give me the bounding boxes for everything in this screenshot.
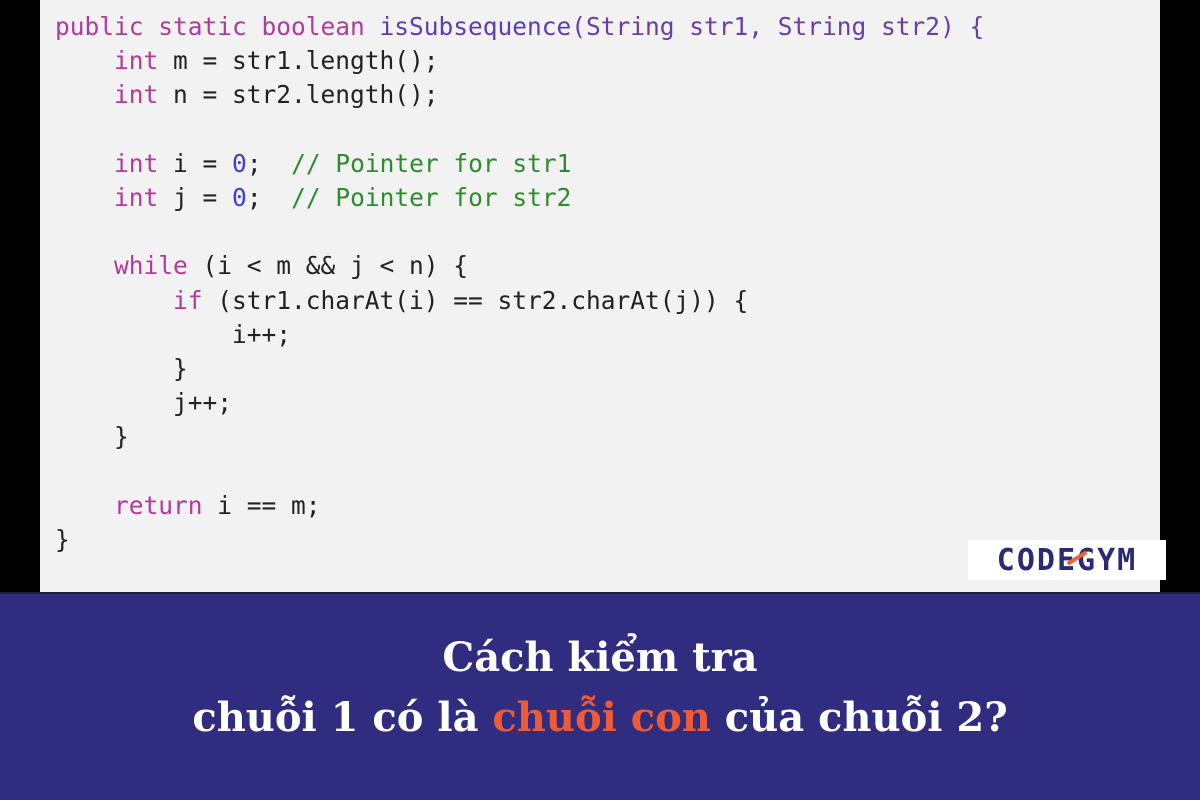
code-line: int m = str1.length(); bbox=[55, 44, 984, 78]
code-token-keyword: int bbox=[114, 46, 159, 76]
code-token-comment: // Pointer for str2 bbox=[291, 182, 572, 212]
code-panel: public static boolean isSubsequence(Stri… bbox=[40, 0, 1166, 592]
title-text: của chuỗi 2? bbox=[710, 694, 1008, 741]
code-token-keyword: return bbox=[114, 490, 203, 520]
code-token-plain: i = bbox=[158, 148, 233, 178]
code-line: while (i < m && j < n) { bbox=[55, 249, 984, 283]
logo-text: CODEGYM bbox=[996, 542, 1138, 578]
code-line: } bbox=[55, 523, 984, 557]
code-token-keyword: public static boolean bbox=[55, 12, 380, 41]
code-line: int n = str2.length(); bbox=[55, 78, 984, 112]
code-token-type: (String str1, String str2) { bbox=[571, 12, 985, 41]
code-token-plain: ; bbox=[246, 148, 292, 178]
title-text: chuỗi 1 có là bbox=[192, 694, 493, 741]
title-line-2: chuỗi 1 có là chuỗi con của chuỗi 2? bbox=[0, 688, 1200, 748]
code-token-number: 0 bbox=[232, 182, 247, 212]
code-line: public static boolean isSubsequence(Stri… bbox=[55, 10, 984, 44]
code-line: if (str1.charAt(i) == str2.charAt(j)) { bbox=[55, 284, 984, 318]
code-block: public static boolean isSubsequence(Stri… bbox=[55, 10, 984, 557]
code-token-func: isSubsequence bbox=[379, 12, 572, 41]
code-token-keyword: while bbox=[114, 251, 188, 281]
title-banner: Cách kiểm tra chuỗi 1 có là chuỗi con củ… bbox=[0, 594, 1200, 800]
code-token-plain: (i < m && j < n) { bbox=[187, 251, 469, 281]
code-token-plain: n = str2.length(); bbox=[158, 80, 439, 110]
code-line: j++; bbox=[55, 386, 984, 420]
code-token-keyword: int bbox=[114, 148, 159, 178]
code-line: return i == m; bbox=[55, 489, 984, 523]
code-token-number: 0 bbox=[232, 148, 247, 178]
code-token-plain: ; bbox=[246, 182, 292, 212]
code-token-comment: // Pointer for str1 bbox=[291, 148, 572, 178]
title-highlight: chuỗi con bbox=[492, 694, 711, 741]
code-token-plain: j++; bbox=[55, 388, 233, 418]
code-token-plain: i++; bbox=[55, 319, 292, 349]
code-line: int j = 0; // Pointer for str2 bbox=[55, 181, 984, 215]
code-token-plain: j = bbox=[158, 182, 233, 212]
code-token-keyword: int bbox=[114, 80, 159, 110]
code-token-plain: m = str1.length(); bbox=[158, 46, 439, 76]
code-line: } bbox=[55, 352, 984, 386]
code-token-plain: (str1.charAt(i) == str2.charAt(j)) { bbox=[202, 285, 749, 315]
codegym-logo: CODEGYM bbox=[968, 540, 1166, 580]
code-token-plain: i == m; bbox=[202, 490, 321, 520]
code-token-plain: } bbox=[55, 353, 188, 383]
title-line-1: Cách kiểm tra bbox=[442, 634, 758, 681]
code-line: } bbox=[55, 420, 984, 454]
code-line: i++; bbox=[55, 318, 984, 352]
code-token-keyword: if bbox=[173, 285, 203, 315]
code-token-keyword: int bbox=[114, 182, 159, 212]
code-token-plain: } bbox=[55, 524, 70, 554]
code-line: int i = 0; // Pointer for str1 bbox=[55, 147, 984, 181]
code-token-plain: } bbox=[55, 422, 129, 452]
